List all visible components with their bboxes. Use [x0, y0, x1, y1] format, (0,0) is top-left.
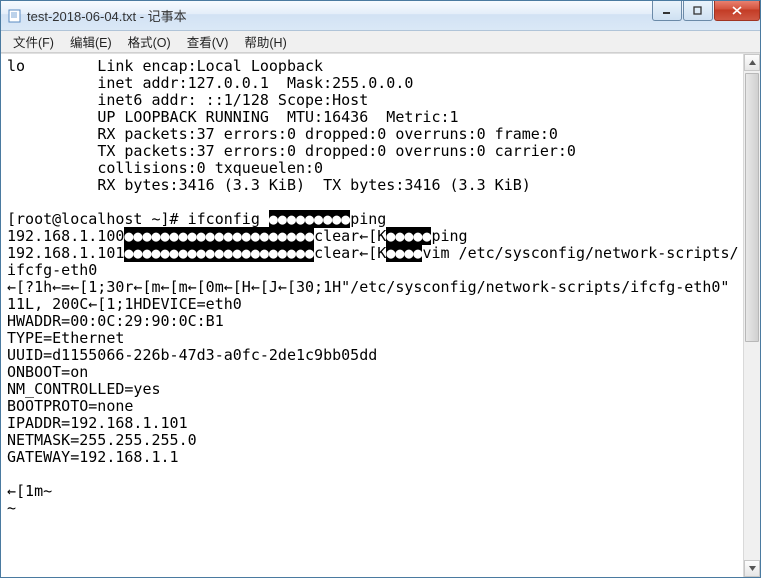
close-button[interactable]: [714, 1, 760, 21]
scroll-thumb[interactable]: [745, 73, 759, 342]
text-content[interactable]: lo Link encap:Local Loopback inet addr:1…: [7, 58, 741, 517]
window-controls: [651, 1, 760, 30]
minimize-button[interactable]: [652, 1, 682, 21]
scroll-up-button[interactable]: [744, 54, 760, 71]
titlebar[interactable]: test-2018-06-04.txt - 记事本: [1, 1, 760, 31]
scroll-track[interactable]: [744, 71, 760, 560]
content-area: lo Link encap:Local Loopback inet addr:1…: [1, 53, 760, 577]
scroll-down-button[interactable]: [744, 560, 760, 577]
menubar: 文件(F) 编辑(E) 格式(O) 查看(V) 帮助(H): [1, 31, 760, 53]
text-editor[interactable]: lo Link encap:Local Loopback inet addr:1…: [1, 54, 743, 577]
menu-file[interactable]: 文件(F): [5, 30, 62, 53]
menu-edit[interactable]: 编辑(E): [62, 30, 120, 53]
notepad-window: test-2018-06-04.txt - 记事本 文件(F) 编辑(E) 格式…: [0, 0, 761, 578]
maximize-button[interactable]: [683, 1, 713, 21]
menu-format[interactable]: 格式(O): [120, 30, 179, 53]
menu-help[interactable]: 帮助(H): [236, 30, 294, 53]
window-title: test-2018-06-04.txt - 记事本: [27, 6, 651, 25]
vertical-scrollbar[interactable]: [743, 54, 760, 577]
notepad-icon: [7, 8, 23, 24]
menu-view[interactable]: 查看(V): [179, 30, 237, 53]
